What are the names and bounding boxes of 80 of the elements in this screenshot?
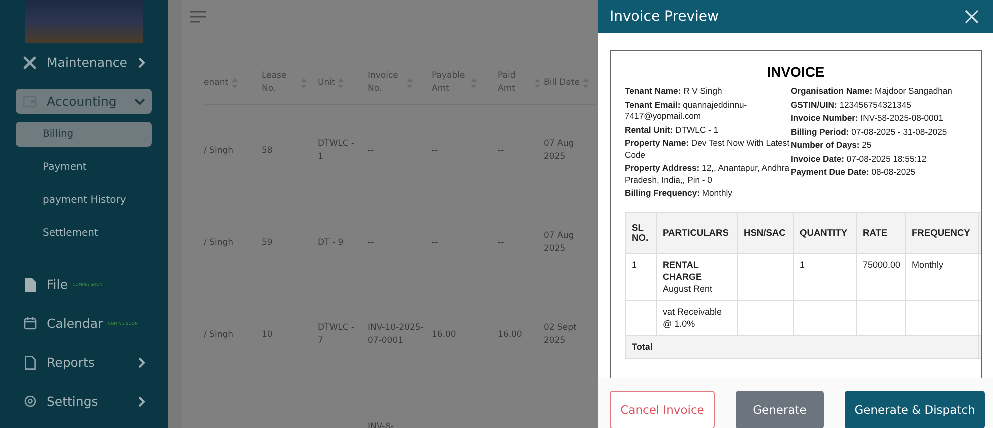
invoice-field: Property Name: Dev Test Now With Latest Code — [625, 138, 791, 161]
menu-icon[interactable] — [190, 11, 206, 23]
table-header-cell: SL NO. — [626, 212, 656, 253]
calendar-icon — [24, 317, 36, 330]
table-cell: 1 — [800, 260, 806, 270]
settings-icon — [24, 395, 36, 408]
invoice-field: Property Address: 12,, Anantapur, Andhra Pradesh, India,, Pin - 0 — [625, 163, 791, 186]
nav-label: Accounting — [47, 94, 117, 109]
nav-label: Settings — [47, 394, 98, 409]
invoice-field: Number of Days: 25 — [791, 140, 971, 152]
table-cell: -- — [432, 238, 438, 248]
column-header[interactable]: Lease No. — [262, 70, 298, 96]
table-cell: Monthly — [912, 260, 944, 270]
nav-subitem[interactable]: Settlement — [16, 221, 152, 246]
table-cell: / Singh — [204, 146, 234, 156]
nav-subitem[interactable]: Billing — [16, 122, 152, 147]
nav-subitem[interactable]: payment History — [16, 188, 152, 213]
column-header[interactable]: enant — [204, 76, 229, 90]
table-header-cell: HSN/SAC — [738, 212, 794, 253]
close-icon[interactable] — [965, 10, 979, 24]
table-cell: 1 — [632, 260, 638, 270]
column-header[interactable]: Paid Amt — [498, 70, 532, 96]
column-header[interactable]: Bill Date — [544, 76, 580, 90]
table-cell: 16.00 — [432, 330, 456, 340]
table-cell: 07 Aug 2025 — [544, 139, 574, 162]
invoice-field: Tenant Name: R V Singh — [625, 86, 791, 98]
invoice-field: Tenant Email: quannajeddinnu-7417@yopmail.com — [625, 100, 791, 122]
invoice-field: Invoice Date: 07-08-2025 18:55:12 — [791, 154, 971, 165]
nav-label: Calendar — [47, 316, 104, 331]
invoice-field: Rental Unit: DTWLC - 1 — [625, 124, 791, 136]
nav-label: Reports — [47, 355, 95, 370]
table-cell: 75000.00 — [863, 260, 901, 270]
table-cell: 58 — [262, 146, 273, 156]
invoice-field: Billing Period: 07-08-2025 - 31-08-2025 — [791, 126, 971, 138]
table-cell: DTWLC - 1 — [318, 139, 355, 162]
nav-label: File — [47, 277, 68, 292]
table-cell: -- — [368, 238, 374, 248]
table-header-cell: FREQUENCY — [906, 212, 978, 253]
table-header-cell: QUANTITY — [794, 212, 856, 253]
drawer-title: Invoice Preview — [610, 8, 719, 24]
item-title: RENTAL CHARGE — [663, 258, 704, 282]
invoice-field: Organisation Name: Majdoor Sangadhan — [791, 86, 971, 98]
invoice-field: Payment Due Date: 08-08-2025 — [791, 167, 971, 178]
invoice-title: INVOICE — [766, 64, 826, 80]
nav-item[interactable]: Reports — [16, 350, 152, 375]
column-header[interactable]: Invoice No. — [368, 70, 404, 96]
column-header[interactable]: Unit — [318, 76, 336, 90]
table-cell: DTWLC - 7 — [318, 323, 355, 346]
table-cell: / Singh — [204, 330, 234, 340]
table-cell: 02 Sept 2025 — [544, 323, 577, 346]
table-cell: 07 Aug 2025 — [544, 231, 574, 254]
document-icon — [24, 356, 36, 370]
total-label: Total — [632, 342, 653, 352]
table-cell: -- — [498, 238, 504, 248]
invoice-field: GSTIN/UIN: 123456754321345 — [791, 100, 971, 111]
file-icon — [24, 278, 36, 292]
column-header[interactable]: Payable Amt — [432, 70, 468, 96]
table-cell: -- — [368, 146, 374, 156]
action-button[interactable]: Generate & Dispatch — [845, 391, 985, 428]
table-cell: 10 — [262, 330, 273, 340]
nav-item[interactable]: Accounting — [16, 89, 152, 114]
table-cell: 59 — [262, 238, 273, 248]
nav-item[interactable]: Maintenance — [16, 50, 152, 75]
action-button[interactable]: Generate — [736, 391, 824, 428]
item-description: vat Receivable @ 1.0% — [663, 306, 724, 330]
item-description: August Rent — [663, 282, 714, 294]
table-header-cell: RATE — [856, 212, 906, 253]
table-cell: INV-10-2025-07-0001 — [368, 323, 424, 346]
invoice-field: Invoice Number: INV-58-2025-08-0001 — [791, 113, 971, 124]
invoice-field: Billing Frequency: Monthly — [625, 188, 791, 200]
nav-label: Maintenance — [47, 55, 128, 70]
table-cell: DT - 9 — [318, 238, 344, 248]
nav-subitem[interactable]: Payment — [16, 155, 152, 180]
table-header-cell: PARTICULARS — [656, 212, 738, 253]
table-cell: -- — [498, 146, 504, 156]
nav-item[interactable]: Settings — [16, 389, 152, 414]
table-cell: 16.00 — [498, 330, 522, 340]
table-cell: / Singh — [204, 238, 234, 248]
action-button[interactable]: Cancel Invoice — [610, 391, 715, 428]
table-cell: -- — [432, 146, 438, 156]
